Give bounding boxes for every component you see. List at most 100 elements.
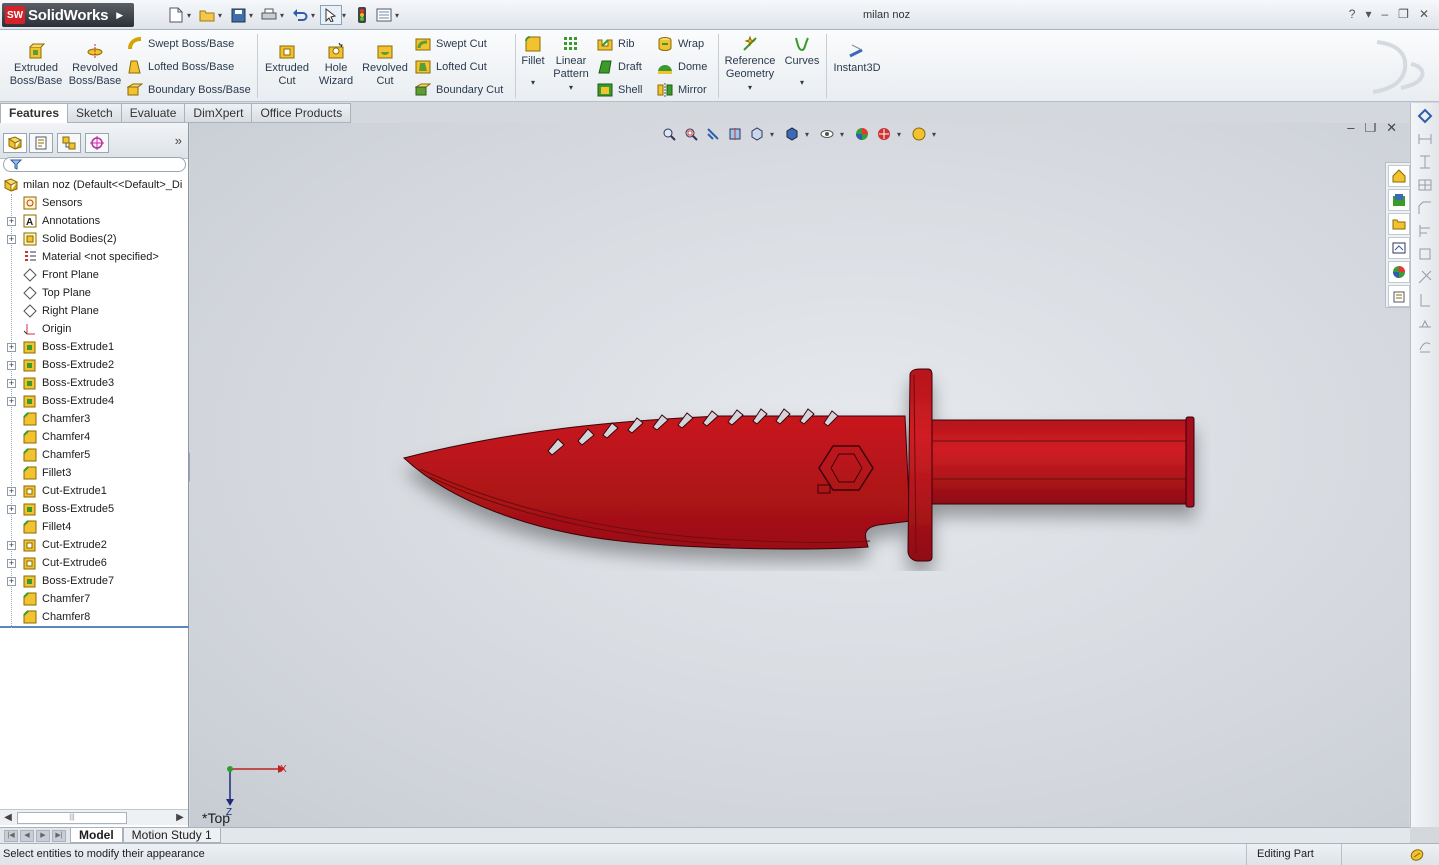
select-arrow-icon[interactable] bbox=[320, 5, 342, 25]
tree-item[interactable]: Fillet3 bbox=[0, 464, 189, 482]
view-orientation-dropdown-icon[interactable]: ▾ bbox=[770, 130, 779, 139]
options-icon[interactable] bbox=[373, 5, 395, 25]
expand-icon[interactable]: + bbox=[7, 216, 16, 226]
zoom-to-fit-icon[interactable] bbox=[660, 125, 678, 143]
tree-item[interactable]: + Cut-Extrude2 bbox=[0, 536, 189, 554]
hide-show-dropdown-icon[interactable]: ▾ bbox=[840, 130, 849, 139]
design-library-icon[interactable] bbox=[1388, 189, 1410, 211]
curves-dropdown-icon[interactable]: ▾ bbox=[782, 76, 822, 89]
datum-icon[interactable] bbox=[1415, 244, 1435, 264]
tree-item[interactable]: Chamfer8 bbox=[0, 608, 189, 626]
help-icon[interactable]: ? bbox=[1349, 7, 1356, 21]
reference-geometry-dropdown-icon[interactable]: ▾ bbox=[722, 81, 778, 94]
baseline-dimension-icon[interactable] bbox=[1415, 221, 1435, 241]
next-tab-icon[interactable]: ▶ bbox=[36, 830, 50, 842]
configuration-manager-tab[interactable] bbox=[57, 133, 81, 153]
section-view-icon[interactable] bbox=[726, 125, 744, 143]
viewport-restore-icon[interactable]: ❐ bbox=[1364, 123, 1376, 136]
open-folder-icon[interactable] bbox=[196, 5, 218, 25]
tree-root-part[interactable]: milan noz (Default<<Default>_Di bbox=[0, 176, 189, 194]
tree-item[interactable]: Origin bbox=[0, 320, 189, 338]
viewport-close-icon[interactable]: ✕ bbox=[1386, 123, 1397, 136]
options-dropdown-icon[interactable]: ▾ bbox=[395, 11, 404, 20]
fillet-button[interactable]: Fillet ▾ bbox=[519, 35, 547, 89]
save-dropdown-icon[interactable]: ▾ bbox=[249, 11, 258, 20]
more-tabs-icon[interactable]: » bbox=[175, 133, 182, 148]
smart-dimension-icon[interactable] bbox=[1415, 106, 1435, 126]
wrap-button[interactable]: Wrap bbox=[657, 35, 704, 53]
tab-motion-study[interactable]: Motion Study 1 bbox=[122, 828, 221, 843]
zoom-to-area-icon[interactable] bbox=[682, 125, 700, 143]
appearances-scenes-icon[interactable] bbox=[1388, 261, 1410, 283]
undo-dropdown-icon[interactable]: ▾ bbox=[311, 11, 320, 20]
file-explorer-icon[interactable] bbox=[1388, 213, 1410, 235]
tree-item[interactable]: + Boss-Extrude3 bbox=[0, 374, 189, 392]
expand-icon[interactable]: + bbox=[7, 378, 16, 388]
expand-icon[interactable]: + bbox=[7, 558, 16, 568]
view-settings-icon[interactable] bbox=[910, 125, 928, 143]
previous-view-icon[interactable] bbox=[704, 125, 722, 143]
prev-tab-icon[interactable]: ◀ bbox=[20, 830, 34, 842]
lofted-boss-button[interactable]: Lofted Boss/Base bbox=[127, 58, 234, 76]
tree-item[interactable]: Chamfer4 bbox=[0, 428, 189, 446]
save-icon[interactable] bbox=[227, 5, 249, 25]
ordinate-dimension-icon[interactable] bbox=[1415, 175, 1435, 195]
surface-finish-icon[interactable] bbox=[1415, 290, 1435, 310]
new-document-icon[interactable] bbox=[165, 5, 187, 25]
expand-icon[interactable]: + bbox=[7, 486, 16, 496]
tree-item[interactable]: Chamfer5 bbox=[0, 446, 189, 464]
custom-properties-icon[interactable] bbox=[1388, 285, 1410, 307]
scroll-right-icon[interactable]: ▶ bbox=[173, 811, 187, 825]
close-icon[interactable]: ✕ bbox=[1419, 7, 1429, 21]
mirror-button[interactable]: Mirror bbox=[657, 81, 707, 99]
expand-icon[interactable]: + bbox=[7, 396, 16, 406]
tree-item[interactable]: + Boss-Extrude7 bbox=[0, 572, 189, 590]
apply-scene-dropdown-icon[interactable]: ▾ bbox=[897, 130, 906, 139]
new-dropdown-icon[interactable]: ▾ bbox=[187, 11, 196, 20]
tree-item[interactable]: + A Annotations bbox=[0, 212, 189, 230]
tree-item[interactable]: Sensors bbox=[0, 194, 189, 212]
boundary-cut-button[interactable]: Boundary Cut bbox=[415, 81, 503, 99]
view-settings-dropdown-icon[interactable]: ▾ bbox=[932, 130, 941, 139]
scroll-left-icon[interactable]: ◀ bbox=[1, 811, 15, 825]
undo-icon[interactable] bbox=[289, 5, 311, 25]
chamfer-dimension-icon[interactable] bbox=[1415, 198, 1435, 218]
revolved-cut-button[interactable]: Revolved Cut bbox=[360, 42, 410, 88]
tab-evaluate[interactable]: Evaluate bbox=[121, 103, 186, 123]
extruded-boss-button[interactable]: Extruded Boss/Base bbox=[8, 42, 64, 88]
lofted-cut-button[interactable]: Lofted Cut bbox=[415, 58, 487, 76]
tree-item[interactable]: Fillet4 bbox=[0, 518, 189, 536]
revolved-boss-button[interactable]: Revolved Boss/Base bbox=[68, 42, 122, 88]
tree-item[interactable]: + Cut-Extrude1 bbox=[0, 482, 189, 500]
fillet-dropdown-icon[interactable]: ▾ bbox=[519, 76, 547, 89]
tab-sketch[interactable]: Sketch bbox=[68, 103, 122, 123]
tree-horizontal-scrollbar[interactable]: ◀ ||| ▶ bbox=[0, 809, 188, 825]
expand-icon[interactable]: + bbox=[7, 540, 16, 550]
tree-item[interactable]: Top Plane bbox=[0, 284, 189, 302]
tree-item[interactable]: + Boss-Extrude2 bbox=[0, 356, 189, 374]
select-dropdown-icon[interactable]: ▾ bbox=[342, 11, 351, 20]
quick-tips-icon[interactable] bbox=[1409, 847, 1425, 863]
knife-model[interactable] bbox=[390, 361, 1210, 571]
tab-model[interactable]: Model bbox=[70, 828, 123, 843]
open-dropdown-icon[interactable]: ▾ bbox=[218, 11, 227, 20]
restore-icon[interactable]: ❐ bbox=[1398, 7, 1409, 21]
display-style-icon[interactable] bbox=[783, 125, 801, 143]
dome-button[interactable]: Dome bbox=[657, 58, 707, 76]
property-manager-tab[interactable] bbox=[29, 133, 53, 153]
note-icon[interactable] bbox=[1415, 336, 1435, 356]
tab-office-products[interactable]: Office Products bbox=[252, 103, 352, 123]
view-palette-icon[interactable] bbox=[1388, 237, 1410, 259]
viewport-minimize-icon[interactable]: – bbox=[1347, 123, 1354, 136]
print-dropdown-icon[interactable]: ▾ bbox=[280, 11, 289, 20]
expand-icon[interactable]: + bbox=[7, 360, 16, 370]
tree-item[interactable]: + Boss-Extrude5 bbox=[0, 500, 189, 518]
instant3d-button[interactable]: Instant3D bbox=[830, 42, 884, 75]
tree-item[interactable]: + Cut-Extrude6 bbox=[0, 554, 189, 572]
expand-icon[interactable]: + bbox=[7, 342, 16, 352]
apply-scene-icon[interactable] bbox=[875, 125, 893, 143]
tree-item[interactable]: + Boss-Extrude4 bbox=[0, 392, 189, 410]
swept-boss-button[interactable]: Swept Boss/Base bbox=[127, 35, 234, 53]
tree-item[interactable]: Front Plane bbox=[0, 266, 189, 284]
minimize-icon[interactable]: – bbox=[1381, 7, 1388, 21]
